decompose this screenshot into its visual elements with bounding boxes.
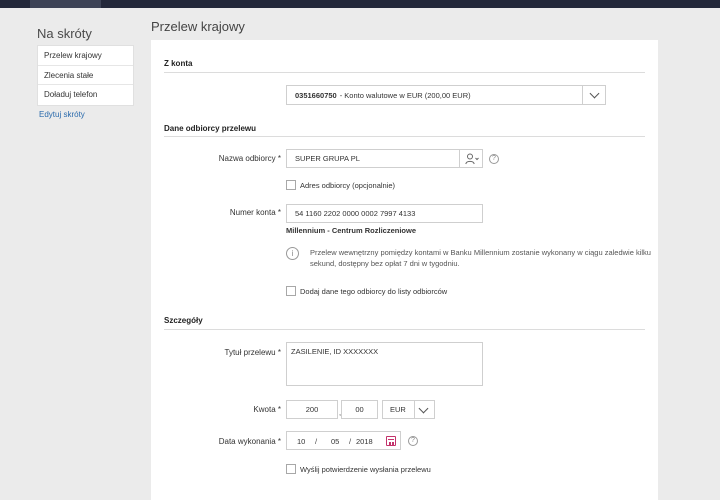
recipient-name-input[interactable]: SUPER GRUPA PL xyxy=(286,149,483,168)
sidebar-item-standing-orders[interactable]: Zlecenia stałe xyxy=(38,66,133,85)
from-account-select[interactable]: 0351660750 - Konto walutowe w EUR (200,0… xyxy=(286,85,606,105)
chevron-down-icon[interactable] xyxy=(418,403,429,414)
recipient-address-label: Adres odbiorcy (opcjonalnie) xyxy=(300,181,396,190)
add-to-recipients-checkbox[interactable] xyxy=(286,286,296,296)
bank-name: Millennium - Centrum Rozliczeniowe xyxy=(286,226,417,235)
recipient-address-checkbox[interactable] xyxy=(286,180,296,190)
recipient-name-label: Nazwa odbiorcy * xyxy=(218,154,281,163)
page-title: Przelew krajowy xyxy=(151,19,245,34)
active-top-tab[interactable] xyxy=(30,0,101,8)
address-book-icon[interactable] xyxy=(465,153,479,165)
amount-whole-input[interactable]: 200 xyxy=(286,400,338,419)
sidebar-item-domestic-transfer[interactable]: Przelew krajowy xyxy=(38,46,133,66)
date-month[interactable]: 05 xyxy=(331,437,339,446)
account-description: - Konto walutowe w EUR (200,00 EUR) xyxy=(339,90,471,100)
execution-date-input[interactable]: 10 / 05 / 2018 xyxy=(286,431,401,450)
account-number-label: Numer konta * xyxy=(229,208,281,217)
sidebar-item-phone-topup[interactable]: Doładuj telefon xyxy=(38,85,133,105)
execution-date-label: Data wykonania * xyxy=(218,437,281,446)
add-to-recipients-label: Dodaj dane tego odbiorcy do listy odbior… xyxy=(300,287,448,296)
account-number-input[interactable]: 54 1160 2202 0000 0002 7997 4133 xyxy=(286,204,483,223)
send-confirmation-label: Wyślij potwierdzenie wysłania przelewu xyxy=(300,465,431,474)
date-day[interactable]: 10 xyxy=(297,437,305,446)
recipient-name-value: SUPER GRUPA PL xyxy=(295,154,360,163)
amount-label: Kwota * xyxy=(253,405,281,414)
select-divider xyxy=(459,150,460,167)
date-separator: / xyxy=(315,437,318,446)
sidebar-title: Na skróty xyxy=(37,26,92,41)
amount-fraction-input[interactable]: 00 xyxy=(341,400,378,419)
send-confirmation-checkbox[interactable] xyxy=(286,464,296,474)
chevron-down-icon[interactable] xyxy=(589,88,600,99)
currency-select[interactable]: EUR xyxy=(382,400,435,419)
section-divider xyxy=(164,72,645,73)
select-divider xyxy=(582,86,583,104)
shortcuts-list: Przelew krajowy Zlecenia stałe Doładuj t… xyxy=(37,45,134,106)
date-separator: / xyxy=(349,437,352,446)
top-navigation-bar xyxy=(0,0,720,8)
internal-transfer-info: Przelew wewnętrzny pomiędzy kontami w Ba… xyxy=(310,248,651,268)
date-year[interactable]: 2018 xyxy=(356,437,373,446)
info-icon: i xyxy=(286,247,299,260)
account-number: 0351660750 xyxy=(295,90,337,100)
calendar-icon[interactable] xyxy=(386,436,396,446)
help-icon[interactable]: ? xyxy=(489,154,499,164)
help-icon[interactable]: ? xyxy=(408,436,418,446)
section-divider xyxy=(164,136,645,137)
select-divider xyxy=(414,401,415,418)
from-account-section-title: Z konta xyxy=(164,59,193,68)
transfer-title-label: Tytuł przelewu * xyxy=(224,348,282,357)
transfer-form: Z konta 0351660750 - Konto walutowe w EU… xyxy=(151,40,658,500)
recipient-section-title: Dane odbiorcy przelewu xyxy=(164,124,257,133)
edit-shortcuts-link[interactable]: Edytuj skróty xyxy=(39,110,85,119)
section-divider xyxy=(164,329,645,330)
details-section-title: Szczegóły xyxy=(164,316,203,325)
account-number-value: 54 1160 2202 0000 0002 7997 4133 xyxy=(295,209,416,218)
transfer-title-textarea[interactable]: ZASILENIE, ID XXXXXXX xyxy=(286,342,483,386)
